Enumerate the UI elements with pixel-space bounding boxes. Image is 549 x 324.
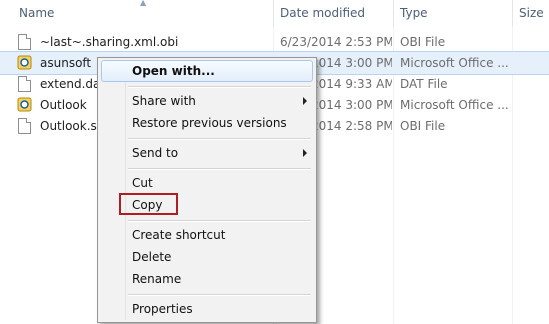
- file-date: 6/23/2014 2:53 PM: [280, 35, 392, 49]
- file-type: Microsoft Office ...: [400, 56, 509, 70]
- menu-item-share-with[interactable]: Share with: [101, 90, 313, 112]
- file-type: Microsoft Office ...: [400, 98, 509, 112]
- menu-item-send-to[interactable]: Send to: [101, 142, 313, 164]
- menu-item-label: Properties: [132, 302, 193, 316]
- file-icon: [18, 76, 31, 92]
- file-name: ~last~.sharing.xml.obi: [40, 35, 179, 49]
- menu-separator: [128, 86, 311, 88]
- column-header-type[interactable]: Type: [394, 0, 512, 27]
- menu-item-label: Send to: [132, 146, 179, 160]
- column-header-size[interactable]: Size: [513, 0, 549, 27]
- file-icon: [18, 34, 31, 50]
- file-type: DAT File: [400, 77, 448, 91]
- menu-separator: [128, 138, 311, 140]
- menu-item-delete[interactable]: Delete: [101, 246, 313, 268]
- file-row[interactable]: ~last~.sharing.xml.obi 6/23/2014 2:53 PM…: [0, 31, 549, 53]
- submenu-arrow-icon: [303, 97, 307, 105]
- menu-item-label: Cut: [132, 176, 153, 190]
- menu-item-rename[interactable]: Rename: [101, 268, 313, 290]
- outlook-data-icon: [17, 97, 32, 112]
- menu-item-label: Open with...: [132, 64, 215, 78]
- column-header-name[interactable]: Name: [13, 0, 273, 27]
- menu-item-label: Create shortcut: [132, 228, 226, 242]
- menu-item-open-with[interactable]: Open with...: [101, 60, 313, 82]
- menu-item-label: Delete: [132, 250, 172, 264]
- outlook-data-icon: [17, 55, 32, 70]
- context-menu: Open with... Share with Restore previous…: [97, 57, 317, 323]
- column-header-date-modified[interactable]: Date modified: [274, 0, 393, 27]
- menu-item-properties[interactable]: Properties: [101, 298, 313, 320]
- menu-separator: [128, 294, 311, 296]
- column-header: ▲ Name Date modified Type Size: [0, 0, 549, 27]
- menu-separator: [128, 220, 311, 222]
- menu-separator: [128, 168, 311, 170]
- menu-item-label: Restore previous versions: [132, 116, 287, 130]
- submenu-arrow-icon: [303, 149, 307, 157]
- file-type: OBI File: [400, 35, 446, 49]
- file-icon: [18, 118, 31, 134]
- menu-item-label: Share with: [132, 94, 196, 108]
- file-type: OBI File: [400, 119, 446, 133]
- menu-item-restore-previous-versions[interactable]: Restore previous versions: [101, 112, 313, 134]
- menu-item-cut[interactable]: Cut: [101, 172, 313, 194]
- copy-highlight-annotation: [119, 193, 178, 215]
- menu-item-create-shortcut[interactable]: Create shortcut: [101, 224, 313, 246]
- menu-item-label: Rename: [132, 272, 182, 286]
